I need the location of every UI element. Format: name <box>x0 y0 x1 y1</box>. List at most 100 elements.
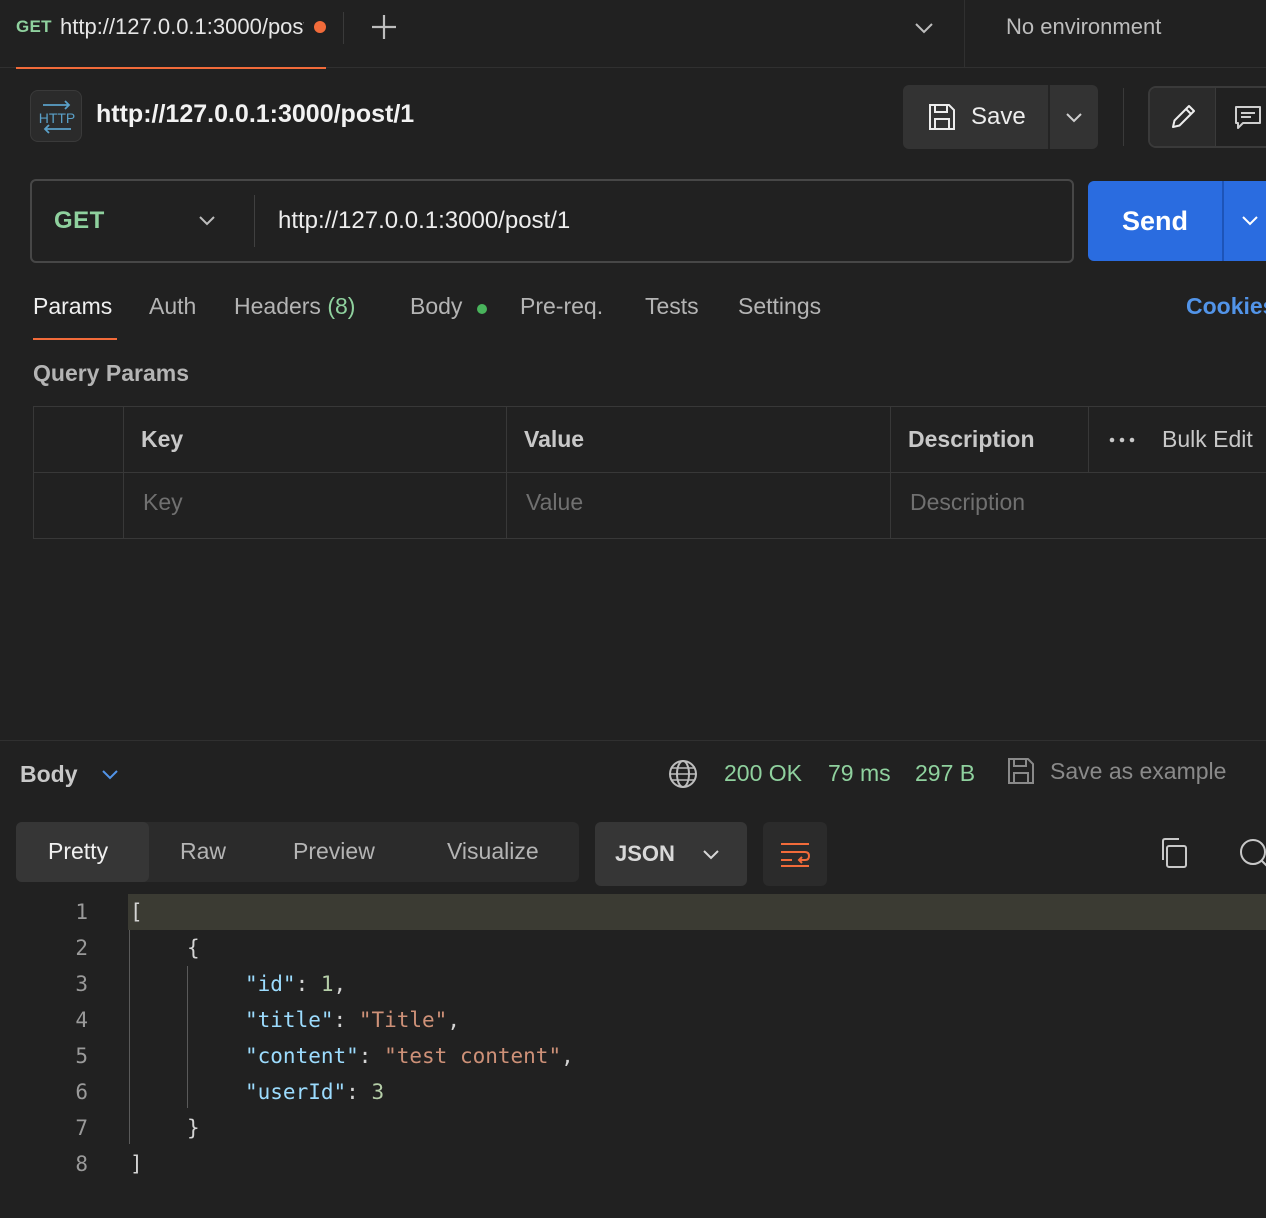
plus-icon <box>372 15 396 39</box>
description-column: Description <box>891 407 1089 472</box>
globe-icon[interactable] <box>667 758 699 790</box>
more-icon[interactable] <box>1108 431 1136 449</box>
save-options-button[interactable] <box>1050 85 1098 149</box>
current-line-highlight <box>128 894 1266 930</box>
description-header: Description <box>908 426 1035 452</box>
status-code[interactable]: 200 OK <box>724 760 802 787</box>
copy-icon[interactable] <box>1158 836 1190 870</box>
line-number: 8 <box>75 1152 88 1176</box>
row-divider <box>34 472 1266 473</box>
search-icon[interactable] <box>1236 836 1266 870</box>
environment-selector[interactable]: No environment <box>1006 14 1161 40</box>
json-line: "id": 1, <box>245 972 347 996</box>
json-line: "title": "Title", <box>245 1008 460 1032</box>
response-body-viewer[interactable]: 1 2 3 4 5 6 7 8 [ { "id": 1, "title": "T… <box>0 894 1266 1218</box>
send-button[interactable]: Send <box>1088 181 1222 261</box>
tab-title: http://127.0.0.1:3000/post/1 <box>60 14 304 39</box>
tab-bar: GET http://127.0.0.1:3000/post/1 No envi… <box>0 0 1266 69</box>
json-value: "test content" <box>384 1044 562 1068</box>
cookies-link[interactable]: Cookies <box>1186 293 1266 320</box>
body-indicator-dot <box>477 304 487 314</box>
request-tab[interactable]: GET http://127.0.0.1:3000/post/1 <box>0 0 326 69</box>
tab-prereq[interactable]: Pre-req. <box>520 293 603 320</box>
view-tab-preview[interactable]: Preview <box>293 838 375 865</box>
indent-guide <box>187 966 188 1108</box>
json-value: 1 <box>320 972 334 996</box>
request-name[interactable]: http://127.0.0.1:3000/post/1 <box>96 100 414 129</box>
save-icon <box>1008 758 1034 784</box>
line-number: 3 <box>75 972 88 996</box>
response-divider[interactable] <box>0 740 1266 741</box>
tab-params[interactable]: Params <box>33 293 112 320</box>
json-key: "content" <box>245 1044 359 1068</box>
chevron-down-icon[interactable] <box>98 764 122 786</box>
headers-count: (8) <box>327 293 356 319</box>
pencil-icon <box>1171 105 1195 128</box>
wrap-icon <box>781 843 811 867</box>
tab-headers-label: Headers <box>234 293 321 319</box>
view-tab-pretty[interactable]: Pretty <box>16 822 149 882</box>
chevron-down-icon[interactable] <box>1238 209 1262 233</box>
svg-text:HTTP: HTTP <box>39 110 76 126</box>
key-header: Key <box>141 426 184 452</box>
view-tab-visualize[interactable]: Visualize <box>447 838 539 865</box>
tab-tests[interactable]: Tests <box>645 293 699 320</box>
save-as-example-button[interactable]: Save as example <box>1050 758 1226 785</box>
tabs-dropdown-button[interactable] <box>910 14 938 42</box>
value-input[interactable]: Value <box>526 489 583 516</box>
line-number: 1 <box>75 900 88 924</box>
params-table: Key Key Value Value Description Descript… <box>33 406 1266 539</box>
tab-auth[interactable]: Auth <box>149 293 196 320</box>
environment-divider <box>964 0 965 67</box>
chevron-down-icon <box>199 216 215 226</box>
line-number: 4 <box>75 1008 88 1032</box>
response-section-label[interactable]: Body <box>20 761 78 788</box>
json-key: "id" <box>245 972 296 996</box>
response-time[interactable]: 79 ms <box>828 760 891 787</box>
save-button[interactable]: Save <box>903 85 1048 149</box>
comments-button[interactable] <box>1216 88 1266 146</box>
line-number: 7 <box>75 1116 88 1140</box>
send-label: Send <box>1121 205 1188 236</box>
request-actions <box>1148 86 1266 148</box>
query-params-title: Query Params <box>33 360 189 386</box>
json-key: "title" <box>245 1008 334 1032</box>
url-input[interactable] <box>278 181 1058 261</box>
description-input[interactable]: Description <box>910 489 1025 516</box>
line-number: 2 <box>75 936 88 960</box>
json-line: "content": "test content", <box>245 1044 574 1068</box>
view-tab-raw[interactable]: Raw <box>180 838 226 865</box>
url-bar: GET <box>30 179 1074 263</box>
header-divider <box>1123 88 1124 146</box>
response-size[interactable]: 297 B <box>915 760 975 787</box>
json-close-brace: } <box>187 1116 200 1140</box>
send-button-group: Send <box>1088 181 1266 261</box>
active-tab-underline <box>16 67 326 69</box>
wrap-lines-button[interactable] <box>763 822 827 886</box>
comment-icon <box>1235 106 1261 129</box>
json-value: 3 <box>371 1080 385 1104</box>
tab-settings[interactable]: Settings <box>738 293 821 320</box>
key-input[interactable]: Key <box>143 489 183 516</box>
format-select[interactable]: JSON <box>595 822 747 886</box>
response-view-tabs: Pretty Raw Preview Visualize <box>16 822 579 882</box>
http-icon: HTTP <box>30 90 82 142</box>
tab-headers[interactable]: Headers (8) <box>234 293 355 320</box>
save-label: Save <box>971 103 1026 130</box>
active-tab-underline <box>33 338 117 340</box>
json-key: "userId" <box>245 1080 347 1104</box>
new-tab-button[interactable] <box>368 10 400 44</box>
save-button-group: Save <box>903 85 1098 149</box>
bulk-edit-button[interactable]: Bulk Edit <box>1162 426 1253 453</box>
method-select[interactable]: GET <box>32 181 254 261</box>
save-icon <box>929 104 955 130</box>
json-open-bracket: [ <box>130 900 143 924</box>
edit-button[interactable] <box>1150 88 1216 146</box>
chevron-down-icon <box>1066 113 1082 123</box>
format-label: JSON <box>615 841 675 866</box>
tab-divider <box>343 12 344 44</box>
tab-body[interactable]: Body <box>410 293 462 320</box>
json-close-bracket: ] <box>130 1152 143 1176</box>
chevron-down-icon <box>915 23 933 34</box>
url-divider <box>254 195 255 247</box>
